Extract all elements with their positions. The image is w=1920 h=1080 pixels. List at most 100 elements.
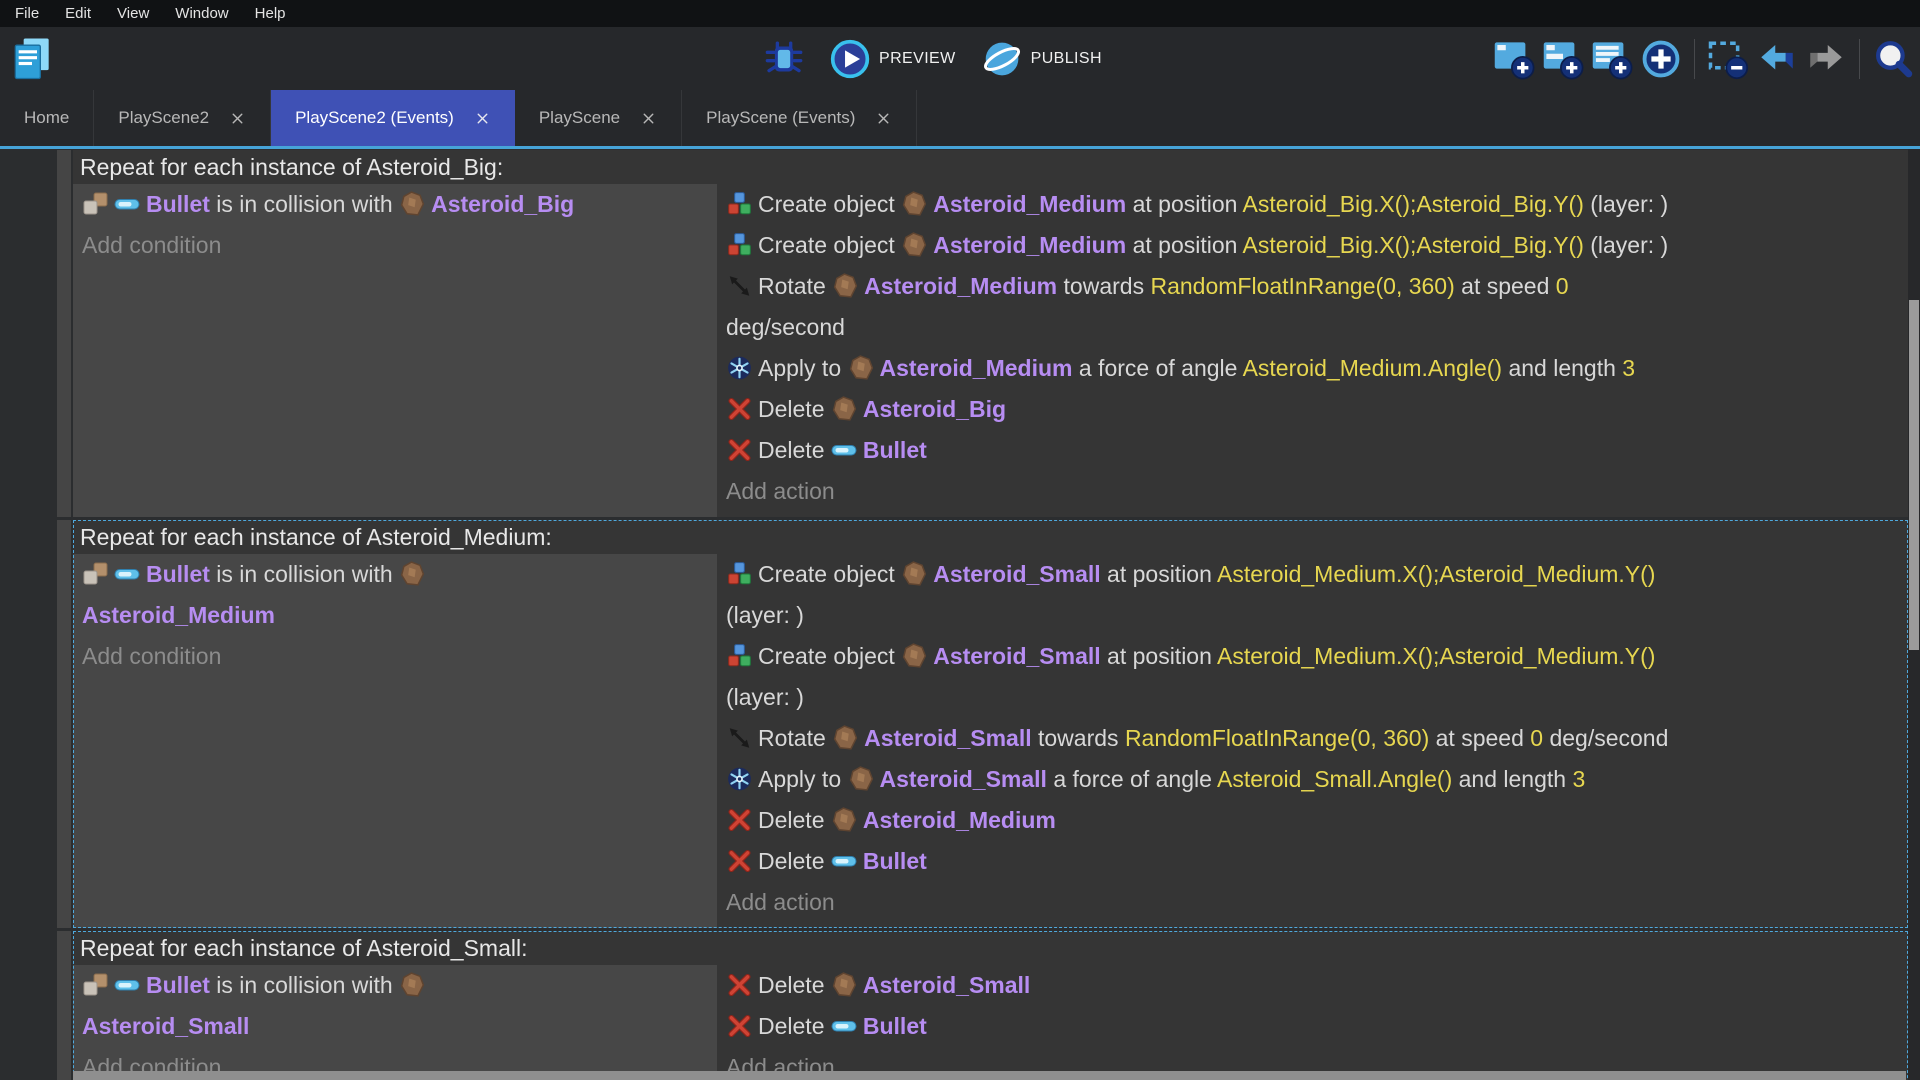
close-icon[interactable]	[640, 110, 657, 127]
row-text: and length	[1502, 355, 1623, 381]
add-condition-button[interactable]: Add condition	[82, 225, 707, 266]
bullet-icon	[831, 1011, 858, 1037]
event-drag-handle[interactable]	[57, 931, 71, 1080]
choose-add-event-icon[interactable]	[1640, 38, 1682, 80]
tab-label: Home	[24, 108, 70, 127]
tab-home[interactable]: Home	[0, 90, 95, 146]
actions-column: Create object Asteroid_Small at position…	[717, 554, 1908, 928]
tab-playscene2[interactable]: PlayScene2	[94, 90, 272, 146]
asteroid-icon	[831, 394, 858, 421]
object-name: Asteroid_Small	[82, 1013, 250, 1039]
action-row[interactable]: Delete Asteroid_Small	[726, 965, 1898, 1006]
action-row[interactable]: Apply to Asteroid_Medium a force of angl…	[726, 348, 1898, 389]
create-object-icon	[726, 230, 753, 256]
menu-help[interactable]: Help	[242, 5, 299, 22]
row-text: deg/second	[1543, 725, 1669, 751]
action-row[interactable]: Delete Bullet	[726, 430, 1898, 471]
vertical-scrollbar[interactable]	[1908, 149, 1920, 1080]
close-icon[interactable]	[229, 110, 246, 127]
menu-file[interactable]: File	[2, 5, 52, 22]
action-row[interactable]: Delete Bullet	[726, 841, 1898, 882]
row-text: Create object	[758, 191, 902, 217]
action-row[interactable]: Delete Asteroid_Big	[726, 389, 1898, 430]
row-text: Apply to	[758, 766, 848, 792]
event-header[interactable]: Repeat for each instance of Asteroid_Sma…	[73, 931, 1908, 965]
add-condition-button[interactable]: Add condition	[82, 636, 707, 677]
add-event-icon[interactable]	[1493, 38, 1535, 80]
redo-icon[interactable]	[1805, 38, 1847, 80]
event-header[interactable]: Repeat for each instance of Asteroid_Big…	[73, 150, 1908, 184]
event-drag-handle[interactable]	[57, 150, 71, 517]
debug-bug-icon[interactable]	[764, 39, 804, 79]
row-text: Delete	[758, 437, 831, 463]
row-text: deg/second	[726, 314, 845, 340]
expression-text: Asteroid_Big.X();Asteroid_Big.Y()	[1242, 191, 1584, 217]
add-sub-event-icon[interactable]	[1542, 38, 1584, 80]
vertical-scrollbar-thumb[interactable]	[1909, 300, 1919, 650]
create-object-icon	[726, 641, 753, 667]
add-action-button[interactable]: Add action	[726, 882, 1898, 923]
row-text: Delete	[758, 396, 831, 422]
action-row[interactable]: Create object Asteroid_Medium at positio…	[726, 225, 1898, 266]
action-row[interactable]: Create object Asteroid_Small at position…	[726, 636, 1898, 718]
object-name: Bullet	[146, 972, 210, 998]
tab-playscene-events[interactable]: PlayScene (Events)	[682, 90, 918, 146]
tab-playscene[interactable]: PlayScene	[515, 90, 683, 146]
condition-row[interactable]: Bullet is in collision with Asteroid_Big	[82, 184, 707, 225]
row-text: Apply to	[758, 355, 848, 381]
delete-selection-icon[interactable]	[1707, 38, 1749, 80]
delete-icon	[726, 970, 753, 997]
menu-edit[interactable]: Edit	[52, 5, 104, 22]
row-text: Delete	[758, 807, 831, 833]
action-row[interactable]: Delete Asteroid_Medium	[726, 800, 1898, 841]
condition-row[interactable]: Bullet is in collision with Asteroid_Med…	[82, 554, 707, 636]
condition-row[interactable]: Bullet is in collision with Asteroid_Sma…	[82, 965, 707, 1047]
tab-label: PlayScene2	[118, 108, 210, 127]
toolbar: PREVIEW PUBLISH	[0, 27, 1920, 90]
event-body: Bullet is in collision with Asteroid_Big…	[73, 184, 1908, 517]
event: Repeat for each instance of Asteroid_Big…	[57, 150, 1908, 517]
event-block[interactable]: Repeat for each instance of Asteroid_Med…	[73, 520, 1908, 928]
tab-playscene2-events[interactable]: PlayScene2 (Events)	[271, 90, 515, 146]
action-row[interactable]: Delete Bullet	[726, 1006, 1898, 1047]
event-drag-handle[interactable]	[57, 520, 71, 928]
publish-globe-icon	[982, 39, 1022, 79]
asteroid-icon	[848, 353, 875, 380]
search-icon[interactable]	[1872, 38, 1914, 80]
horizontal-scrollbar-thumb[interactable]	[73, 1071, 1906, 1080]
toolbar-right	[1493, 27, 1914, 90]
asteroid-icon	[901, 641, 928, 668]
close-icon[interactable]	[875, 110, 892, 127]
asteroid-icon	[901, 559, 928, 586]
rotate-icon	[726, 723, 753, 749]
action-row[interactable]: Rotate Asteroid_Medium towards RandomFlo…	[726, 266, 1898, 348]
menu-bar: File Edit View Window Help	[0, 0, 1920, 27]
action-row[interactable]: Create object Asteroid_Small at position…	[726, 554, 1898, 636]
object-name: Asteroid_Small	[933, 561, 1101, 587]
event-body: Bullet is in collision with Asteroid_Sma…	[73, 965, 1908, 1080]
tab-label: PlayScene	[538, 108, 621, 127]
menu-window[interactable]: Window	[162, 5, 241, 22]
event-header[interactable]: Repeat for each instance of Asteroid_Med…	[73, 520, 1908, 554]
event-block[interactable]: Repeat for each instance of Asteroid_Sma…	[73, 931, 1908, 1080]
rotate-icon	[726, 271, 753, 297]
bullet-icon	[114, 970, 141, 996]
menu-view[interactable]: View	[104, 5, 162, 22]
action-row[interactable]: Create object Asteroid_Medium at positio…	[726, 184, 1898, 225]
object-name: Bullet	[146, 191, 210, 217]
action-row[interactable]: Apply to Asteroid_Small a force of angle…	[726, 759, 1898, 800]
row-text: at position	[1100, 561, 1218, 587]
action-row[interactable]: Rotate Asteroid_Small towards RandomFloa…	[726, 718, 1898, 759]
bullet-icon	[114, 559, 141, 585]
undo-icon[interactable]	[1756, 38, 1798, 80]
event-block[interactable]: Repeat for each instance of Asteroid_Big…	[73, 150, 1908, 517]
publish-button[interactable]: PUBLISH	[982, 39, 1102, 79]
toolbar-separator	[1694, 38, 1695, 79]
object-name: Asteroid_Medium	[879, 355, 1073, 381]
close-icon[interactable]	[474, 110, 491, 127]
row-text: at speed	[1454, 273, 1556, 299]
add-action-button[interactable]: Add action	[726, 471, 1898, 512]
project-manager-icon[interactable]	[12, 36, 52, 81]
add-comment-icon[interactable]	[1591, 38, 1633, 80]
preview-button[interactable]: PREVIEW	[830, 39, 956, 79]
